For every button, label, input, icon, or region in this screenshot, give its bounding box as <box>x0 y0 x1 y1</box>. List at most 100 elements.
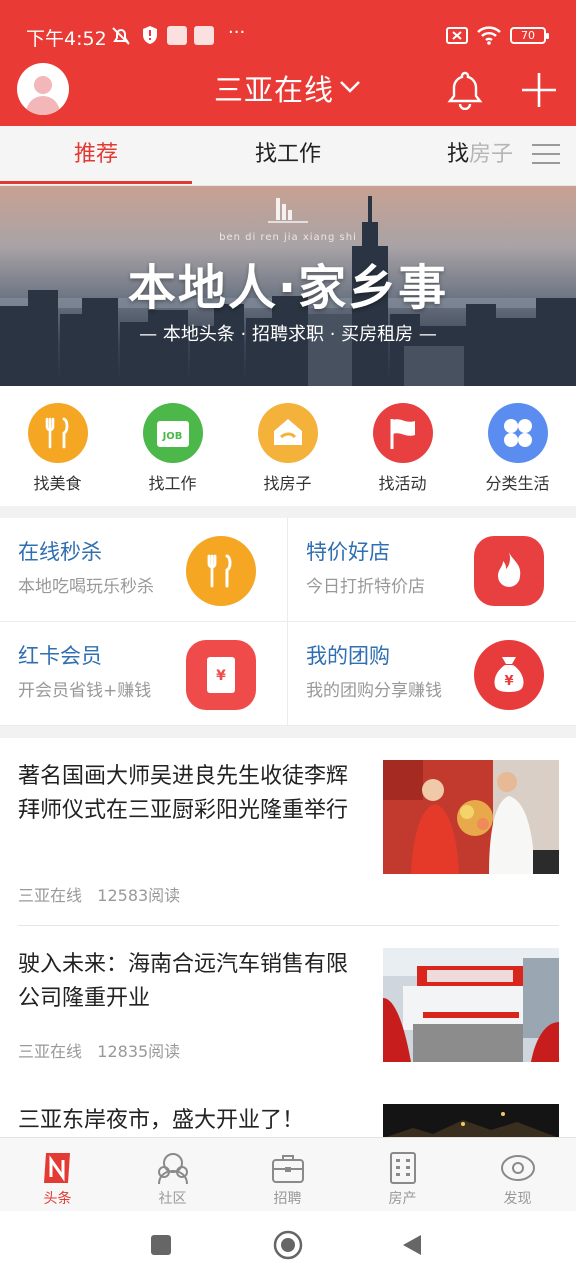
flag-icon <box>372 403 433 463</box>
news-thumbnail <box>383 760 559 874</box>
category-classified[interactable]: 分类生活 <box>460 403 575 494</box>
news-thumbnail <box>383 1104 559 1138</box>
night-market-photo <box>383 1104 559 1138</box>
channel-tab-bar: 推荐 找工作 找房子 <box>0 126 576 186</box>
promo-title: 红卡会员 <box>18 644 102 668</box>
nav-label: 房产 <box>388 1191 417 1207</box>
news-title: 驶入未来：海南合远汽车销售有限公司隆重开业 <box>18 952 349 1011</box>
recent-apps-button[interactable] <box>151 1235 171 1255</box>
red-envelope-icon: ¥ <box>186 640 256 710</box>
category-label: 找活动 <box>378 474 427 493</box>
promo-title: 特价好店 <box>306 540 390 564</box>
mute-bell-icon <box>112 27 130 45</box>
house-icon <box>257 403 318 463</box>
dealership-photo <box>383 948 559 1062</box>
nav-label: 招聘 <box>273 1191 302 1207</box>
job-badge: JOB <box>162 431 183 442</box>
nav-recruit[interactable]: 招聘 <box>230 1138 345 1212</box>
news-source: 三亚在线 <box>18 1042 83 1061</box>
news-divider <box>18 925 559 926</box>
nav-label: 头条 <box>43 1191 72 1207</box>
city-selector[interactable]: 三亚在线 <box>214 70 334 110</box>
bottom-nav: 头条 社区 招聘 房产 发现 <box>0 1137 576 1211</box>
promo-subtitle: 我的团购分享赚钱 <box>306 681 442 701</box>
briefcase-icon <box>272 1155 304 1183</box>
ceremony-photo <box>383 760 559 874</box>
banner-title: 本地人·家乡事 <box>127 260 449 316</box>
tab-find-house-label-b: 房子 <box>469 142 514 167</box>
news-meta: 三亚在线 12835阅读 <box>18 1038 180 1062</box>
promo-discount-shop[interactable]: 特价好店 今日打折特价店 <box>288 518 576 622</box>
bell-icon[interactable] <box>446 70 484 110</box>
chevron-down-icon[interactable] <box>338 78 362 94</box>
home-button[interactable] <box>273 1230 303 1260</box>
channel-menu-icon[interactable] <box>532 142 560 166</box>
news-reads: 12583阅读 <box>97 886 181 905</box>
news-reads: 12835阅读 <box>97 1042 181 1061</box>
system-nav-bar <box>0 1211 576 1280</box>
fork-knife-icon <box>27 403 88 463</box>
tab-recommend[interactable]: 推荐 <box>0 126 192 184</box>
promo-grid: 在线秒杀 本地吃喝玩乐秒杀 特价好店 今日打折特价店 红卡会员 开会员省钱+赚钱… <box>0 518 576 726</box>
category-event[interactable]: 找活动 <box>345 403 460 494</box>
money-bag-symbol: ¥ <box>504 674 514 689</box>
money-bag-icon: ¥ <box>474 640 544 710</box>
promo-subtitle: 开会员省钱+赚钱 <box>18 681 152 701</box>
category-label: 找工作 <box>148 474 197 493</box>
app-root: 下午4:52 ··· 70 三亚在线 推荐 找工作 找房子 ben di ren… <box>0 0 576 1280</box>
plus-icon[interactable] <box>520 70 558 110</box>
shield-icon <box>143 26 157 44</box>
nav-label: 发现 <box>503 1191 532 1207</box>
community-icon <box>158 1153 188 1185</box>
hero-banner[interactable]: ben di ren jia xiang shi 本地人·家乡事 — 本地头条 … <box>0 186 576 386</box>
news-item[interactable]: 著名国画大师吴进良先生收徒李辉拜师仪式在三亚厨彩阳光隆重举行 三亚在线 1258… <box>18 760 559 910</box>
section-divider <box>0 726 576 738</box>
promo-subtitle: 本地吃喝玩乐秒杀 <box>18 577 154 597</box>
job-board-icon: JOB <box>142 403 203 463</box>
promo-title: 在线秒杀 <box>18 540 102 564</box>
building-icon <box>390 1152 416 1184</box>
promo-title: 我的团购 <box>306 644 390 668</box>
promo-red-card[interactable]: 红卡会员 开会员省钱+赚钱 ¥ <box>0 622 288 726</box>
tab-find-house-label-a: 找 <box>447 142 470 167</box>
grid-clover-icon <box>487 403 548 463</box>
fork-knife-icon <box>186 536 256 606</box>
battery-indicator: 70 <box>510 27 549 44</box>
category-food[interactable]: 找美食 <box>0 403 115 494</box>
banner-subtitle: — 本地头条 · 招聘求职 · 买房租房 — <box>139 324 437 345</box>
promo-subtitle: 今日打折特价店 <box>306 577 425 597</box>
category-label: 分类生活 <box>485 474 550 493</box>
category-grid: 找美食 JOB 找工作 找房子 找活动 分类生活 <box>0 386 576 506</box>
news-meta: 三亚在线 12583阅读 <box>18 882 180 906</box>
banner-pinyin: ben di ren jia xiang shi <box>219 232 357 243</box>
promo-flash-sale[interactable]: 在线秒杀 本地吃喝玩乐秒杀 <box>0 518 288 622</box>
promo-group-buy[interactable]: 我的团购 我的团购分享赚钱 ¥ <box>288 622 576 726</box>
section-divider <box>0 506 576 518</box>
news-thumbnail <box>383 948 559 1062</box>
more-notifications: ··· <box>228 22 246 43</box>
category-house[interactable]: 找房子 <box>230 403 345 494</box>
category-label: 找房子 <box>263 474 312 493</box>
notification-square-icon <box>194 26 214 45</box>
news-title: 著名国画大师吴进良先生收徒李辉拜师仪式在三亚厨彩阳光隆重举行 <box>18 764 349 823</box>
nav-community[interactable]: 社区 <box>115 1138 230 1212</box>
tab-find-job[interactable]: 找工作 <box>192 126 384 184</box>
avatar[interactable] <box>17 63 69 115</box>
category-label: 找美食 <box>33 474 82 493</box>
category-job[interactable]: JOB 找工作 <box>115 403 230 494</box>
eye-icon <box>501 1155 535 1181</box>
wifi-icon <box>477 26 501 45</box>
news-source: 三亚在线 <box>18 886 83 905</box>
nav-discover[interactable]: 发现 <box>460 1138 575 1212</box>
nav-headlines[interactable]: 头条 <box>0 1138 115 1212</box>
notification-square-icon <box>167 26 187 45</box>
top-bar: 下午4:52 ··· 70 三亚在线 <box>0 0 576 126</box>
nav-property[interactable]: 房产 <box>345 1138 460 1212</box>
status-time: 下午4:52 <box>26 28 107 50</box>
back-button[interactable] <box>401 1233 423 1257</box>
news-item[interactable]: 驶入未来：海南合远汽车销售有限公司隆重开业 三亚在线 12835阅读 <box>18 948 559 1068</box>
no-sim-icon <box>446 27 468 44</box>
envelope-symbol: ¥ <box>216 668 226 684</box>
news-title: 三亚东岸夜市，盛大开业了！ <box>18 1108 305 1133</box>
tab-active-indicator <box>0 181 192 184</box>
